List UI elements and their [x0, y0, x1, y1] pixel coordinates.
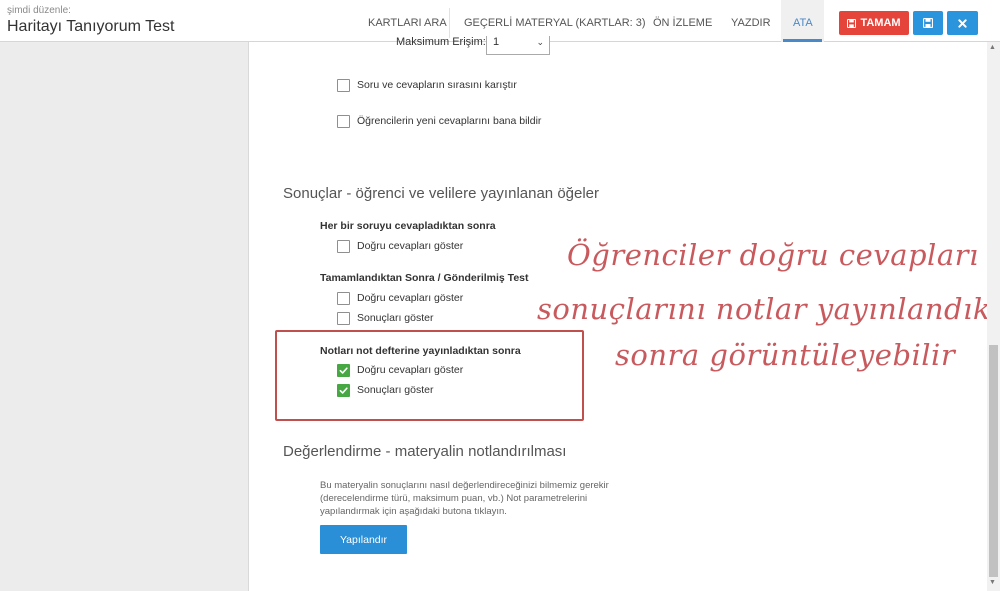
show-correct-answers-checkbox[interactable] — [337, 292, 350, 305]
left-sidebar — [0, 42, 249, 591]
show-correct-answers-checkbox[interactable] — [337, 364, 350, 377]
annotation-line-1: Öğrenciler doğru cevapları ve — [567, 238, 1000, 272]
show-results-label: Sonuçları göster — [357, 312, 434, 324]
show-results-checkbox[interactable] — [337, 384, 350, 397]
scroll-down-arrow-icon[interactable]: ▼ — [989, 579, 996, 586]
chevron-down-icon: ⌄ — [536, 37, 544, 47]
editing-label: şimdi düzenle: — [7, 5, 71, 16]
shuffle-label: Soru ve cevapların sırasını karıştır — [357, 79, 517, 91]
done-button-label: TAMAM — [860, 17, 901, 29]
show-results-label: Sonuçları göster — [357, 384, 434, 396]
shuffle-checkbox[interactable] — [337, 79, 350, 92]
close-button[interactable] — [947, 11, 978, 35]
save-icon — [923, 18, 933, 28]
group-after-completion: Tamamlandıktan Sonra / Gönderilmiş Test — [320, 272, 529, 284]
show-correct-answers-label: Doğru cevapları göster — [357, 364, 464, 376]
group-after-grades-published: Notları not defterine yayınladıktan sonr… — [320, 345, 521, 357]
close-icon — [958, 18, 967, 28]
max-attempts-select[interactable]: 1 ⌄ — [486, 36, 550, 55]
results-section-title: Sonuçlar - öğrenci ve velilere yayınlana… — [283, 185, 600, 202]
scroll-up-arrow-icon[interactable]: ▲ — [989, 44, 996, 51]
scroll-thumb[interactable] — [989, 345, 998, 577]
save-icon — [847, 18, 860, 28]
show-correct-answers-checkbox[interactable] — [337, 240, 350, 253]
checkmark-icon — [339, 387, 348, 394]
group-after-each-question: Her bir soruyu cevapladıktan sonra — [320, 220, 496, 232]
checkmark-icon — [339, 367, 348, 374]
show-results-checkbox[interactable] — [337, 312, 350, 325]
annotation-line-2: sonuçlarını notlar yayınlandıktan — [537, 292, 1000, 326]
tab-print[interactable]: YAZDIR — [731, 0, 771, 42]
tab-preview[interactable]: ÖN İZLEME — [653, 0, 712, 42]
grading-section-title: Değerlendirme - materyalin notlandırılma… — [283, 443, 567, 460]
tab-assign[interactable]: ATA — [793, 0, 813, 42]
max-attempts-label: Maksimum Erişim: — [396, 36, 486, 48]
done-button[interactable]: TAMAM — [839, 11, 909, 35]
show-correct-answers-label: Doğru cevapları göster — [357, 240, 464, 252]
save-button[interactable] — [913, 11, 943, 35]
settings-panel: Maksimum Erişim: 1 ⌄ Soru ve cevapların … — [249, 36, 1000, 591]
annotation-line-3: sonra görüntüleyebilir — [615, 338, 956, 372]
show-correct-answers-label: Doğru cevapları göster — [357, 292, 464, 304]
document-title: Haritayı Tanıyorum Test — [7, 18, 175, 35]
notify-label: Öğrencilerin yeni cevaplarını bana bildi… — [357, 115, 542, 127]
grading-description: Bu materyalin sonuçlarını nasıl değerlen… — [320, 480, 609, 517]
vertical-scrollbar[interactable]: ▲ ▼ — [987, 42, 1000, 591]
max-attempts-value: 1 — [493, 36, 500, 48]
notify-checkbox[interactable] — [337, 115, 350, 128]
nav-divider — [449, 8, 450, 38]
configure-button[interactable]: Yapılandır — [320, 525, 407, 554]
